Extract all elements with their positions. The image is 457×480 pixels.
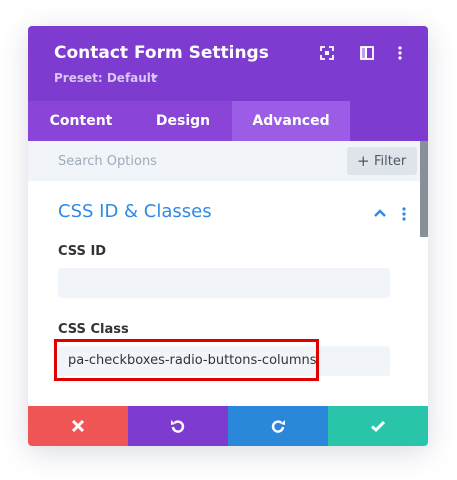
expand-icon[interactable] bbox=[319, 45, 335, 61]
tab-bar: Content Design Advanced bbox=[28, 101, 428, 141]
search-bar: Search Options + Filter bbox=[28, 141, 428, 181]
modal-header: Contact Form Settings Preset: Default bbox=[28, 26, 428, 101]
tab-design[interactable]: Design bbox=[134, 101, 232, 141]
section-more-icon[interactable] bbox=[400, 206, 408, 222]
chevron-down-icon bbox=[152, 75, 158, 79]
filter-label: Filter bbox=[374, 154, 407, 169]
plus-icon: + bbox=[357, 152, 370, 170]
undo-button[interactable] bbox=[128, 406, 228, 446]
undo-icon bbox=[171, 420, 185, 433]
modal-title: Contact Form Settings bbox=[54, 43, 269, 63]
more-vertical-icon[interactable] bbox=[392, 45, 408, 61]
css-class-label: CSS Class bbox=[58, 322, 129, 337]
redo-button[interactable] bbox=[228, 406, 328, 446]
search-input[interactable]: Search Options bbox=[58, 154, 157, 169]
save-button[interactable] bbox=[328, 406, 428, 446]
modal-footer bbox=[28, 406, 428, 446]
chevron-up-icon[interactable] bbox=[373, 207, 387, 219]
filter-button[interactable]: + Filter bbox=[347, 147, 417, 175]
tab-content[interactable]: Content bbox=[28, 101, 134, 141]
settings-modal: Contact Form Settings Preset: Default Co… bbox=[28, 26, 428, 446]
section-title[interactable]: CSS ID & Classes bbox=[58, 201, 212, 222]
sidebar-layout-icon[interactable] bbox=[359, 45, 375, 61]
redo-icon bbox=[271, 420, 285, 433]
highlight-box bbox=[54, 339, 319, 381]
scrollbar[interactable] bbox=[420, 141, 428, 237]
discard-button[interactable] bbox=[28, 406, 128, 446]
close-icon bbox=[71, 419, 85, 433]
preset-dropdown[interactable]: Preset: Default bbox=[54, 71, 157, 85]
css-id-field[interactable] bbox=[58, 268, 390, 298]
check-icon bbox=[371, 420, 386, 433]
tab-advanced[interactable]: Advanced bbox=[232, 101, 350, 141]
tab-bar-filler bbox=[350, 101, 428, 141]
css-id-label: CSS ID bbox=[58, 244, 107, 259]
